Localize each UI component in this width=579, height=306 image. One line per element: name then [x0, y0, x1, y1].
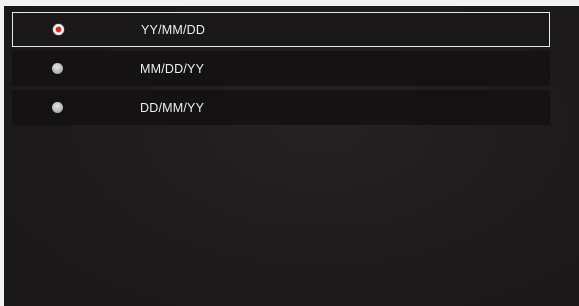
- radio-unselected-icon[interactable]: [52, 62, 63, 74]
- date-format-options: YY/MM/DD MM/DD/YY DD/MM/YY: [12, 12, 550, 129]
- radio-unselected-icon[interactable]: [52, 101, 63, 113]
- date-format-label: MM/DD/YY: [140, 61, 205, 76]
- date-format-option-mm-dd-yy[interactable]: MM/DD/YY: [12, 51, 550, 86]
- date-format-label: YY/MM/DD: [141, 22, 206, 37]
- radio-selected-icon[interactable]: [53, 23, 64, 35]
- date-format-option-dd-mm-yy[interactable]: DD/MM/YY: [12, 90, 550, 125]
- date-format-screen: YY/MM/DD MM/DD/YY DD/MM/YY: [4, 6, 579, 306]
- date-format-label: DD/MM/YY: [140, 100, 205, 115]
- date-format-option-yy-mm-dd[interactable]: YY/MM/DD: [12, 12, 550, 47]
